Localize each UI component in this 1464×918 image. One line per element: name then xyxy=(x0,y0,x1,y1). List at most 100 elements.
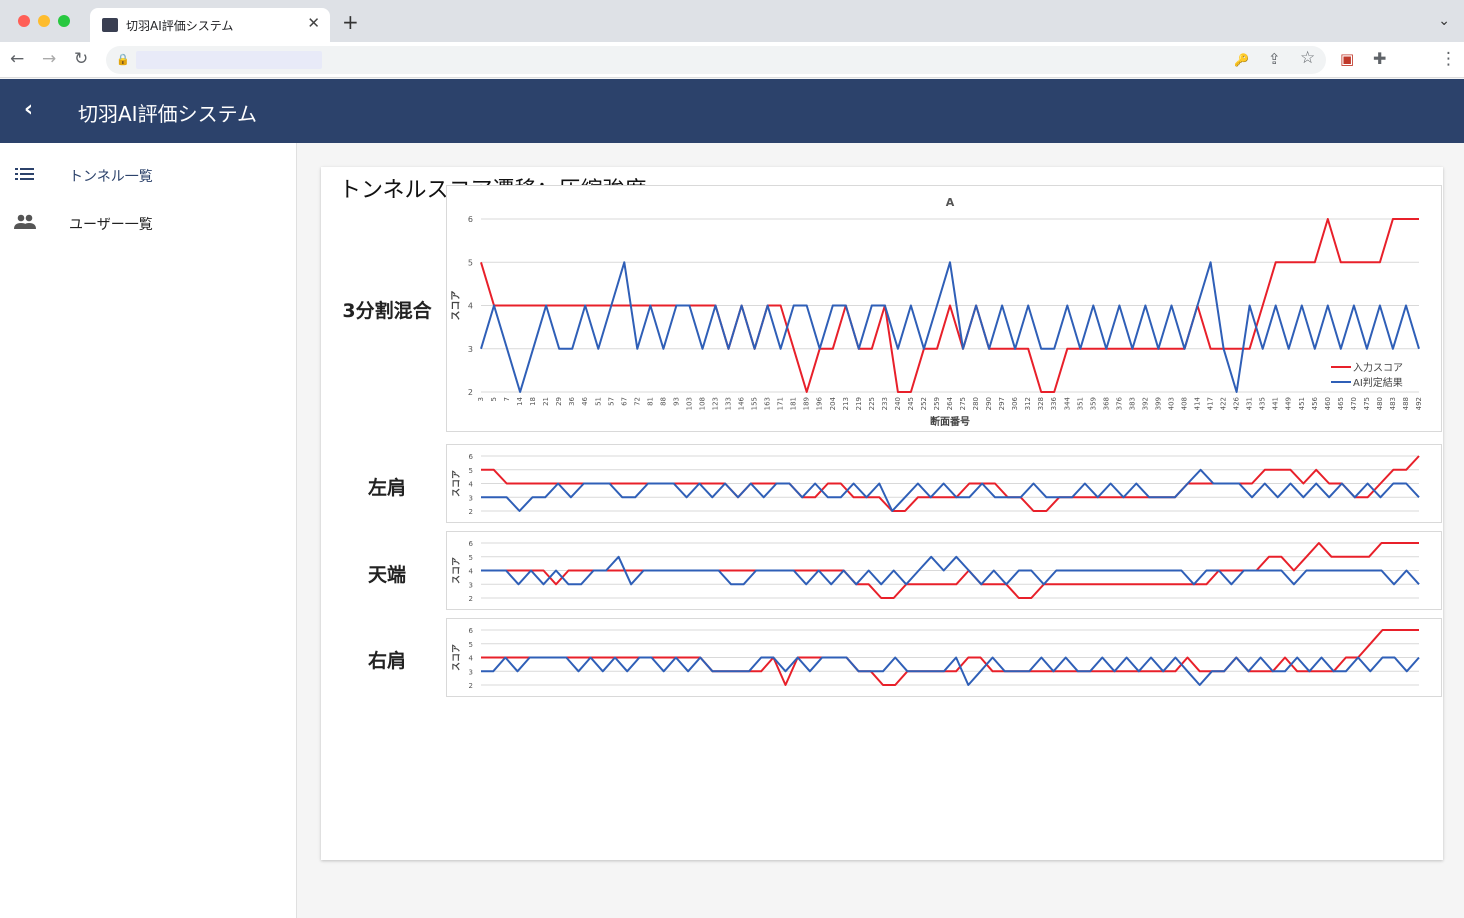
row-label-crown: 天端 xyxy=(367,564,406,586)
extension-puzzle-icon[interactable]: ✚ xyxy=(1373,50,1386,68)
x-tick-label: 449 xyxy=(1285,397,1293,410)
back-chevron-icon[interactable]: ‹ xyxy=(24,97,33,122)
back-arrow-icon[interactable]: ← xyxy=(10,50,24,68)
app-title: 切羽AI評価システム xyxy=(78,102,257,126)
x-tick-label: 488 xyxy=(1402,397,1410,410)
y-tick-label: 2 xyxy=(469,508,473,516)
x-tick-label: 196 xyxy=(816,396,824,410)
score-line-chart-crown: 2 3 4 5 6 スコア xyxy=(451,540,1420,603)
y-tick-label: 5 xyxy=(469,554,473,562)
close-window-button[interactable] xyxy=(18,15,30,27)
y-tick-label: 6 xyxy=(469,540,474,548)
x-tick-label: 133 xyxy=(725,397,733,410)
x-tick-label: 181 xyxy=(790,397,798,410)
x-tick-label: 245 xyxy=(907,397,915,410)
star-icon[interactable]: ☆ xyxy=(1300,49,1315,67)
chart-panel-right-shoulder: 2 3 4 5 6 スコア xyxy=(446,618,1442,697)
x-tick-label: 408 xyxy=(1181,397,1189,410)
chevron-down-icon[interactable]: ⌄ xyxy=(1438,13,1450,29)
y-tick-label: 5 xyxy=(468,258,473,267)
browser-tab-strip: 切羽AI評価システム ✕ + ⌄ xyxy=(0,0,1464,42)
tab-title: 切羽AI評価システム xyxy=(126,19,234,33)
x-tick-label: 483 xyxy=(1389,397,1397,410)
y-tick-label: 4 xyxy=(469,568,474,576)
x-tick-label: 475 xyxy=(1363,397,1371,410)
browser-tab[interactable]: 切羽AI評価システム ✕ xyxy=(90,8,330,42)
y-tick-label: 5 xyxy=(469,641,473,649)
x-tick-label: 259 xyxy=(933,397,941,410)
x-tick-label: 88 xyxy=(659,397,667,406)
x-tick-label: 414 xyxy=(1194,396,1202,410)
row-label-right-shoulder: 右肩 xyxy=(367,650,406,672)
x-tick-label: 403 xyxy=(1168,397,1176,410)
sidebar-item-user-list[interactable]: ユーザー一覧 xyxy=(0,199,296,247)
x-tick-label: 376 xyxy=(1115,396,1123,410)
lock-icon[interactable]: 🔒 xyxy=(116,51,130,69)
x-tick-label: 123 xyxy=(712,397,720,410)
x-tick-label: 51 xyxy=(594,397,602,406)
x-tick-label: 67 xyxy=(620,397,628,406)
y-axis-label: スコア xyxy=(451,557,462,584)
chart-panel-crown: 2 3 4 5 6 スコア xyxy=(446,531,1442,610)
app-header: ‹ 切羽AI評価システム xyxy=(0,79,1464,143)
forward-arrow-icon[interactable]: → xyxy=(42,50,56,68)
y-tick-label: 6 xyxy=(469,453,474,461)
y-tick-label: 2 xyxy=(469,595,473,603)
y-tick-label: 3 xyxy=(469,494,473,502)
x-tick-label: 163 xyxy=(764,397,772,410)
close-icon[interactable]: ✕ xyxy=(307,14,320,32)
maximize-window-button[interactable] xyxy=(58,15,70,27)
row-label-left-shoulder: 左肩 xyxy=(367,477,406,499)
x-tick-label: 146 xyxy=(738,396,746,410)
key-icon[interactable]: 🔑 xyxy=(1234,51,1249,69)
sidebar: トンネル一覧 ユーザー一覧 xyxy=(0,143,297,918)
row-label-mixed: 3分割混合 xyxy=(342,300,432,322)
x-tick-label: 108 xyxy=(699,397,707,410)
cast-icon[interactable]: ▣ xyxy=(1340,50,1354,68)
x-tick-label: 5 xyxy=(490,397,498,401)
share-icon[interactable]: ⇪ xyxy=(1268,50,1281,68)
y-tick-label: 5 xyxy=(469,467,473,475)
y-axis-label: スコア xyxy=(451,470,462,497)
x-tick-label: 29 xyxy=(555,397,563,406)
x-tick-label: 264 xyxy=(946,396,954,410)
people-icon xyxy=(14,214,36,229)
x-tick-label: 351 xyxy=(1076,397,1084,410)
x-tick-label: 103 xyxy=(685,397,693,410)
sidebar-item-label: トンネル一覧 xyxy=(69,169,153,185)
x-tick-label: 46 xyxy=(581,396,589,405)
x-tick-label: 171 xyxy=(777,397,785,410)
reload-icon[interactable]: ↻ xyxy=(74,50,88,68)
new-tab-button[interactable]: + xyxy=(342,12,359,32)
y-axis-label: スコア xyxy=(450,291,462,321)
x-tick-label: 72 xyxy=(633,397,641,406)
x-axis-label: 断面番号 xyxy=(930,415,970,428)
x-tick-label: 470 xyxy=(1350,397,1358,410)
y-tick-label: 2 xyxy=(468,388,473,397)
x-tick-label: 36 xyxy=(568,396,576,405)
y-tick-label: 4 xyxy=(469,655,474,663)
x-tick-label: 451 xyxy=(1298,397,1306,410)
x-tick-label: 422 xyxy=(1220,397,1228,410)
address-bar[interactable]: 🔒 🔑 ⇪ ☆ xyxy=(106,46,1326,74)
x-tick-label: 155 xyxy=(751,397,759,410)
x-tick-label: 417 xyxy=(1207,397,1215,410)
tunnel-favicon-icon xyxy=(102,18,118,32)
sidebar-item-tunnel-list[interactable]: トンネル一覧 xyxy=(0,151,296,199)
minimize-window-button[interactable] xyxy=(38,15,50,27)
x-tick-label: 57 xyxy=(607,397,615,406)
x-tick-label: 219 xyxy=(855,397,863,410)
y-tick-label: 2 xyxy=(469,682,473,690)
x-tick-label: 328 xyxy=(1037,397,1045,410)
x-tick-label: 456 xyxy=(1311,396,1319,410)
kebab-menu-icon[interactable]: ⋮ xyxy=(1440,50,1457,68)
x-tick-label: 189 xyxy=(803,397,811,410)
y-tick-label: 6 xyxy=(469,627,474,635)
x-tick-label: 392 xyxy=(1141,397,1149,410)
y-tick-label: 3 xyxy=(469,581,473,589)
y-tick-label: 4 xyxy=(468,302,473,311)
ai-result-series-line xyxy=(481,468,1420,512)
x-tick-label: 344 xyxy=(1063,396,1071,410)
y-axis-label: スコア xyxy=(451,644,462,671)
browser-toolbar: ← → ↻ 🔒 🔑 ⇪ ☆ ▣ ✚ ⋮ xyxy=(0,42,1464,78)
